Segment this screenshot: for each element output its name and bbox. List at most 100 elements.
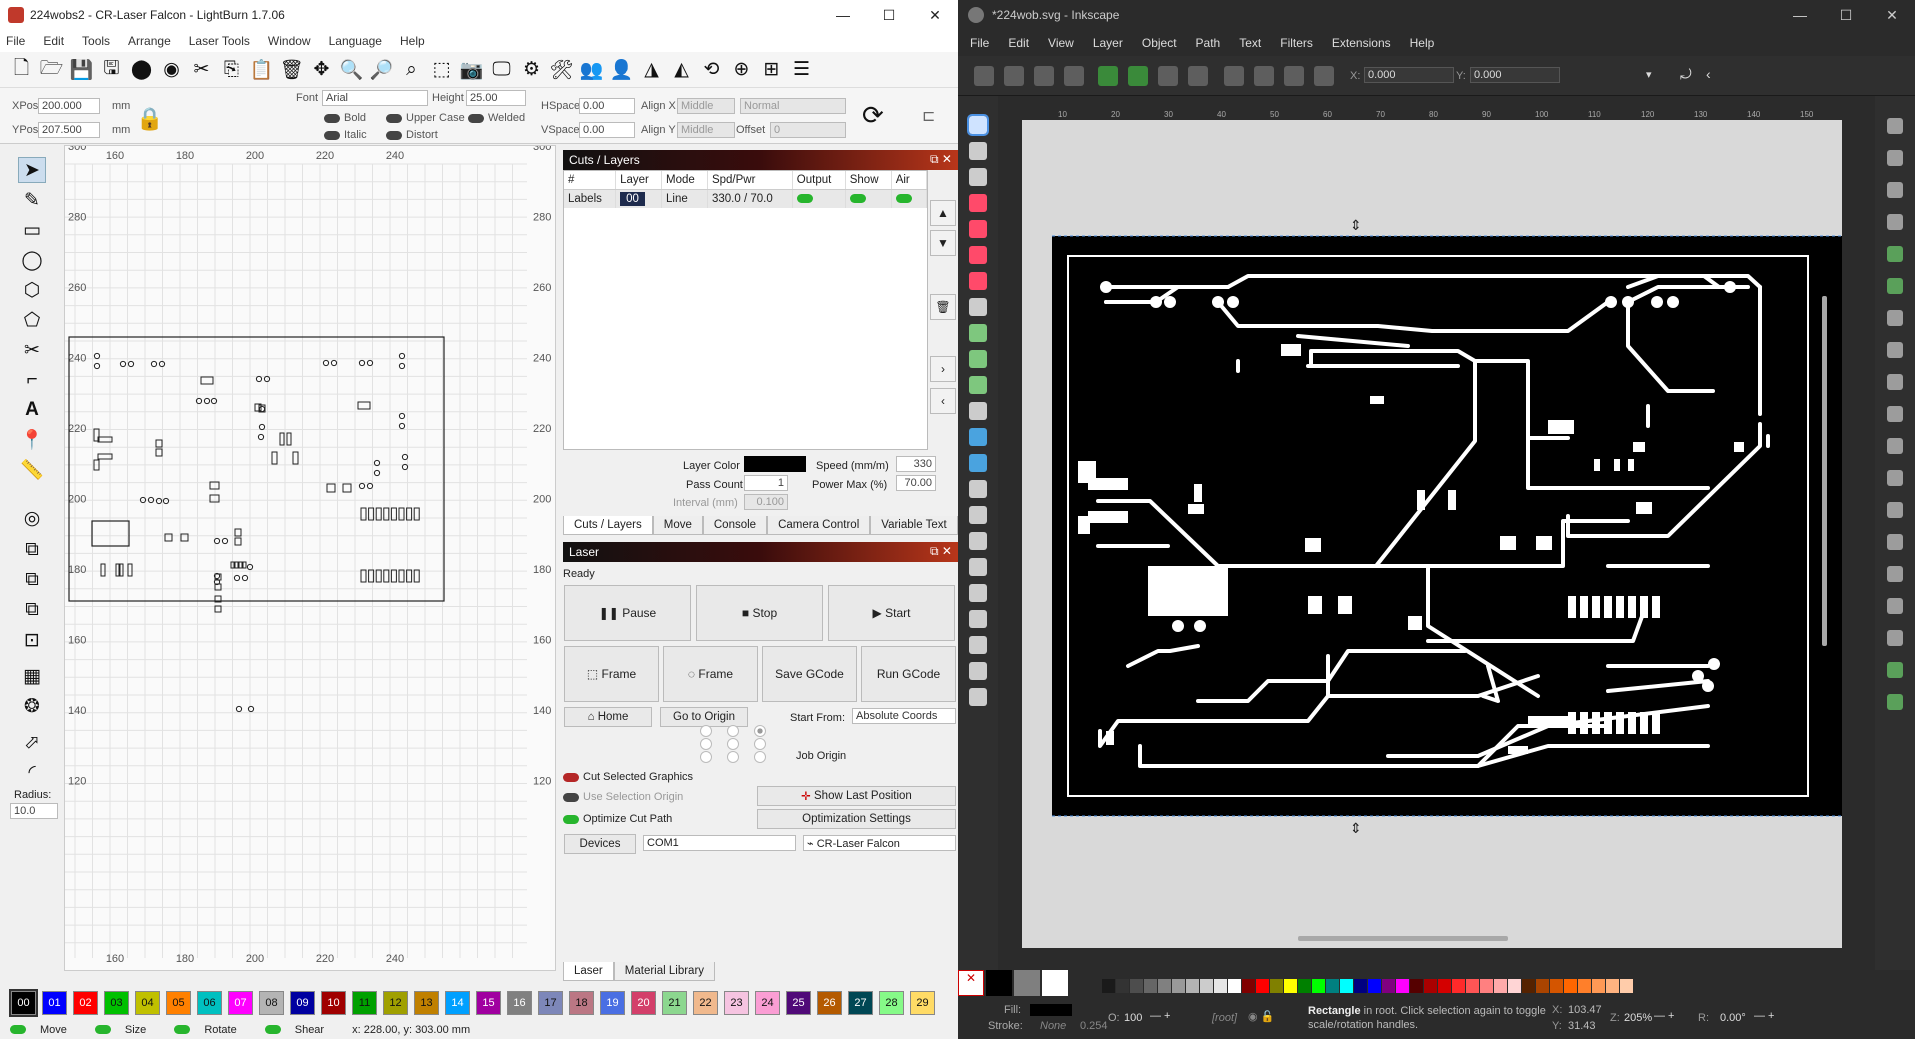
interval-field[interactable]: 0.100 (744, 494, 788, 510)
job-origin-radio[interactable] (727, 725, 739, 737)
palette-swatch-05[interactable]: 05 (166, 991, 191, 1015)
export-icon[interactable]: ◉ (158, 56, 185, 84)
ink-x-field[interactable]: 0.000 (1364, 67, 1454, 83)
mirror-h-icon[interactable]: ◮ (638, 56, 665, 84)
rotate-cw-icon[interactable] (1128, 66, 1148, 86)
laser-panel-close-icon[interactable]: ⧉ ✕ (930, 544, 952, 559)
italic-toggle[interactable]: Italic (324, 129, 367, 141)
palette-swatch[interactable] (1508, 979, 1521, 993)
job-origin-radio[interactable] (754, 751, 766, 763)
save-gcode-button[interactable]: Save GCode (762, 646, 857, 702)
flip-vertical-icon[interactable] (1188, 66, 1208, 86)
palette-swatch[interactable] (1382, 979, 1395, 993)
palette-swatch[interactable] (1144, 979, 1157, 993)
gradient-icon[interactable] (969, 428, 987, 446)
palette-swatch[interactable] (1606, 979, 1619, 993)
ypos-field[interactable]: 207.500 (38, 122, 100, 138)
palette-swatch[interactable] (1130, 979, 1143, 993)
palette-swatch[interactable] (1410, 979, 1423, 993)
move-layer-down-icon[interactable]: ▼ (930, 230, 956, 256)
zoom-in-icon[interactable]: 🔍 (338, 56, 365, 84)
opacity-stepper[interactable]: — + (1150, 1010, 1170, 1022)
rectangle-icon[interactable] (969, 194, 987, 212)
ink-menu-file[interactable]: File (970, 36, 989, 50)
offset-field[interactable]: 0 (770, 122, 846, 138)
palette-swatch-20[interactable]: 20 (631, 991, 656, 1015)
eraser-icon[interactable] (969, 584, 987, 602)
maximize-button[interactable]: ☐ (866, 0, 912, 30)
palette-swatch-25[interactable]: 25 (786, 991, 811, 1015)
zoom-icon[interactable] (969, 662, 987, 680)
edit-nodes-icon[interactable]: ✂ (18, 337, 46, 363)
measure-icon[interactable] (969, 688, 987, 706)
status-size[interactable]: Size (94, 1024, 160, 1036)
unlink-clone-icon[interactable] (1887, 630, 1903, 646)
no-paint-swatch[interactable]: ✕ (958, 970, 984, 996)
palette-swatch-27[interactable]: 27 (848, 991, 873, 1015)
air-toggle[interactable] (895, 194, 912, 204)
tab-move[interactable]: Move (652, 516, 703, 535)
pen-icon[interactable] (969, 324, 987, 342)
dock-icon[interactable]: ⊏ (922, 106, 935, 126)
selector-icon[interactable] (967, 114, 989, 136)
current-layer[interactable]: [root] (1212, 1012, 1237, 1024)
cut-icon[interactable] (1887, 406, 1903, 422)
palette-swatch[interactable] (1158, 979, 1171, 993)
delete-layer-icon[interactable]: 🗑 (930, 294, 956, 320)
lightburn-workspace[interactable]: 160 160 180 180 200 200 220 220 240 240 300 300 280 2… (64, 145, 556, 971)
cut-icon[interactable]: ✂ (188, 56, 215, 84)
job-origin-radio[interactable] (727, 738, 739, 750)
pen-tool-icon[interactable]: ✎ (18, 187, 46, 213)
duplicate-icon[interactable] (1887, 566, 1903, 582)
palette-swatch[interactable] (1270, 979, 1283, 993)
status-rotate[interactable]: Rotate (174, 1024, 250, 1036)
palette-swatch[interactable] (1564, 979, 1577, 993)
open-icon[interactable] (1887, 150, 1903, 166)
palette-swatch-04[interactable]: 04 (135, 991, 160, 1015)
distort-toggle[interactable]: Distort (386, 129, 438, 141)
font-select[interactable]: Arial (322, 90, 428, 106)
use-selection-origin-toggle[interactable]: Use Selection Origin (563, 791, 683, 803)
tab-material-library[interactable]: Material Library (613, 962, 716, 981)
palette-swatch-06[interactable]: 06 (197, 991, 222, 1015)
lower-icon[interactable] (1284, 66, 1304, 86)
menu-language[interactable]: Language (329, 34, 382, 48)
palette-swatch[interactable] (1438, 979, 1451, 993)
palette-swatch-12[interactable]: 12 (383, 991, 408, 1015)
palette-swatch[interactable] (1298, 979, 1311, 993)
expand-right-icon[interactable]: › (930, 356, 956, 382)
palette-swatch[interactable] (1578, 979, 1591, 993)
palette-swatch[interactable] (1172, 979, 1185, 993)
palette-swatch-11[interactable]: 11 (352, 991, 377, 1015)
pages-icon[interactable] (969, 636, 987, 654)
lock-icon[interactable]: 🔒 (136, 106, 163, 132)
rotate-icon[interactable]: ⟲ (698, 56, 725, 84)
grid-array-icon[interactable]: ▦ (18, 663, 46, 689)
new-document-icon[interactable] (1887, 118, 1903, 134)
tools-icon[interactable]: 🛠 (548, 56, 575, 84)
new-file-icon[interactable]: 🗋 (8, 56, 35, 84)
select-all-icon[interactable] (974, 66, 994, 86)
calligraphy-icon[interactable] (969, 376, 987, 394)
frame-tool-icon[interactable]: ⌐ (18, 367, 46, 393)
shape-builder-icon[interactable] (969, 168, 987, 186)
minimize-button[interactable]: — (820, 0, 866, 30)
opacity-value[interactable]: 100 (1124, 1012, 1142, 1024)
ungroup-icon[interactable] (1887, 694, 1903, 710)
pass-count-field[interactable]: 1 (744, 475, 788, 491)
power-field[interactable]: 70.00 (896, 475, 936, 491)
alignx-select[interactable]: Middle (677, 98, 735, 114)
palette-swatch[interactable] (1368, 979, 1381, 993)
redo-icon[interactable] (1887, 342, 1903, 358)
palette-swatch[interactable] (1494, 979, 1507, 993)
ink-menu-layer[interactable]: Layer (1093, 36, 1123, 50)
palette-swatch[interactable] (1116, 979, 1129, 993)
raise-icon[interactable] (1254, 66, 1274, 86)
refresh-icon[interactable]: ⟳ (862, 100, 884, 131)
spray-icon[interactable] (969, 558, 987, 576)
ink-menu-object[interactable]: Object (1142, 36, 1177, 50)
job-origin-radio[interactable] (727, 751, 739, 763)
palette-swatch-26[interactable]: 26 (817, 991, 842, 1015)
job-origin-radio[interactable] (700, 725, 712, 737)
expand-left-icon[interactable]: ‹ (930, 388, 956, 414)
